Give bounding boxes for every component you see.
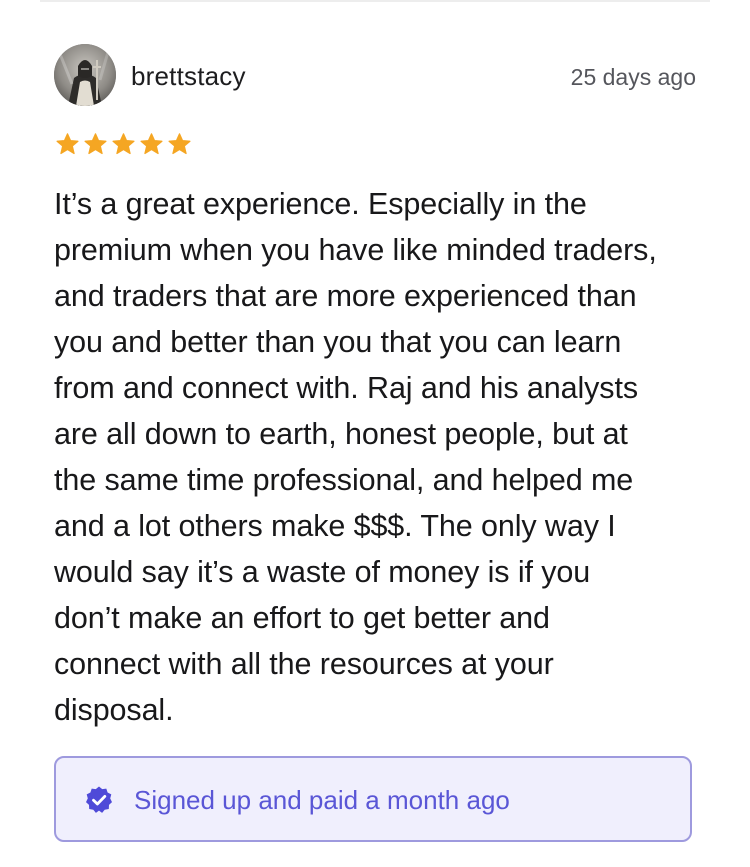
star-icon [56, 133, 79, 155]
verified-purchase-badge: Signed up and paid a month ago [54, 756, 692, 842]
review-text-line: from and connect with. Raj and his analy… [54, 371, 638, 405]
verified-label: Signed up and paid a month ago [134, 785, 510, 815]
review-text-line: would say it’s a waste of money is if yo… [54, 555, 591, 589]
review-text-line: premium when you have like minded trader… [54, 233, 657, 267]
review-header: brettstacy 25 days ago [54, 44, 696, 108]
star-rating [55, 132, 192, 158]
review-text-line: disposal. [54, 693, 174, 727]
avatar-image [54, 44, 116, 106]
review-text-line: the same time professional, and helped m… [54, 463, 634, 497]
review-text-line: connect with all the resources at your [54, 647, 554, 681]
review-text-line: and traders that are more experienced th… [54, 279, 637, 313]
username[interactable]: brettstacy [131, 61, 246, 92]
star-icon [112, 133, 135, 155]
review-text-line: and a lot others make $$$. The only way … [54, 509, 616, 543]
review-card: brettstacy 25 days ago It’s a great expe… [0, 0, 750, 867]
verified-check-icon [86, 786, 112, 813]
review-timestamp: 25 days ago [570, 64, 696, 90]
star-icon [168, 133, 191, 155]
avatar[interactable] [54, 44, 116, 106]
review-text-line: are all down to earth, honest people, bu… [54, 417, 628, 451]
review-text-line: don’t make an effort to get better and [54, 601, 550, 635]
review-text-line: It’s a great experience. Especially in t… [54, 187, 587, 221]
review-text-line: you and better than you that you can lea… [54, 325, 622, 359]
review-body: It’s a great experience. Especially in t… [54, 181, 704, 733]
star-icon [84, 133, 107, 155]
star-icon [140, 133, 163, 155]
